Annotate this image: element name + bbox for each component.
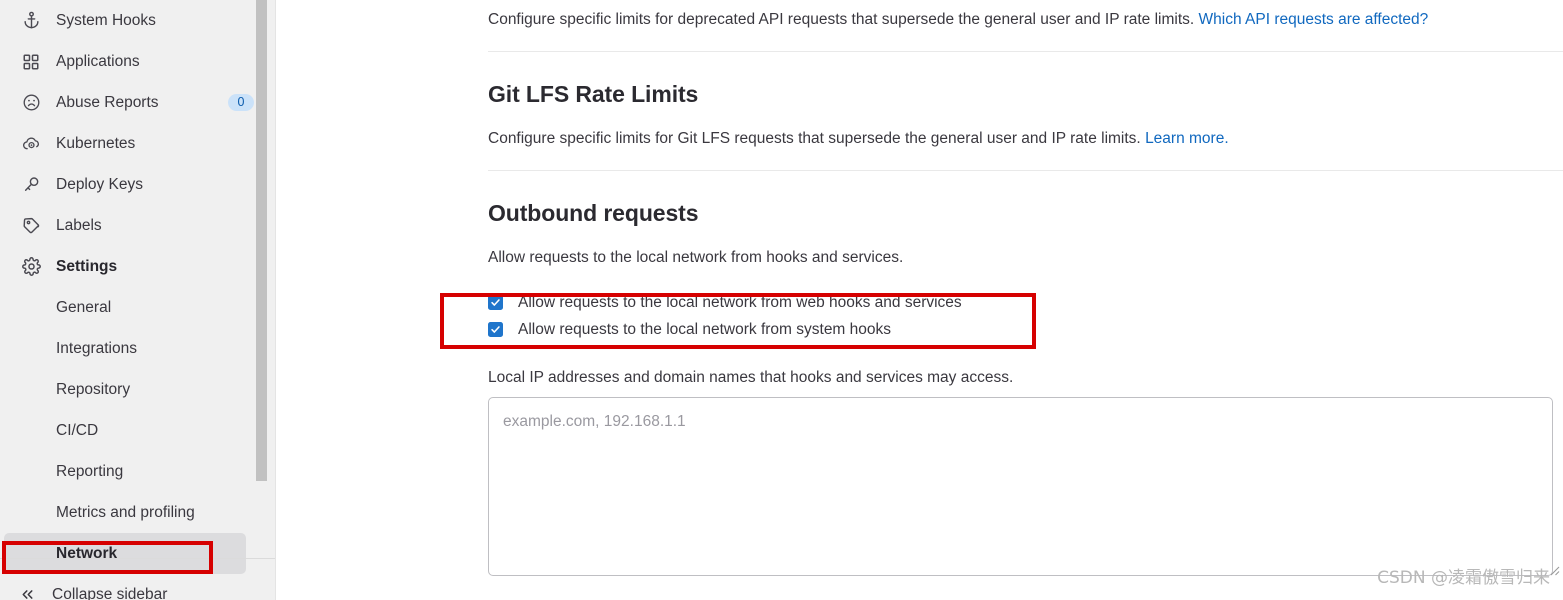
- local-ip-allowlist-wrapper: [488, 397, 1563, 581]
- allow-web-hooks-checkbox-label: Allow requests to the local network from…: [518, 294, 962, 312]
- sidebar-subitem-label: Repository: [56, 381, 130, 399]
- outbound-checkbox-group: Allow requests to the local network from…: [488, 289, 1563, 343]
- sidebar-item-label: Labels: [56, 217, 254, 235]
- collapse-sidebar-label: Collapse sidebar: [52, 586, 167, 600]
- deprecated-api-description: Configure specific limits for deprecated…: [488, 0, 1563, 31]
- sidebar-item-system-hooks[interactable]: System Hooks: [4, 0, 268, 41]
- git-lfs-rate-limits-heading: Git LFS Rate Limits: [488, 80, 1563, 109]
- which-api-requests-affected-link[interactable]: Which API requests are affected?: [1199, 11, 1429, 28]
- sidebar-subitem-label: Reporting: [56, 463, 123, 481]
- outbound-requests-heading: Outbound requests: [488, 199, 1563, 228]
- sidebar-subitem-label: Metrics and profiling: [56, 504, 195, 522]
- deprecated-api-description-text: Configure specific limits for deprecated…: [488, 11, 1194, 28]
- local-ip-allowlist-textarea[interactable]: [488, 397, 1553, 576]
- anchor-icon: [20, 10, 42, 32]
- sidebar-subitem-label: Network: [56, 545, 117, 563]
- sidebar-subitem-cicd[interactable]: CI/CD: [4, 410, 246, 451]
- sidebar-subitem-label: CI/CD: [56, 422, 98, 440]
- sidebar-item-label: System Hooks: [56, 12, 254, 30]
- checkbox-checked-icon[interactable]: [488, 322, 503, 337]
- sidebar-item-label: Abuse Reports: [56, 94, 228, 112]
- key-icon: [20, 174, 42, 196]
- sidebar-subitem-general[interactable]: General: [4, 287, 246, 328]
- collapse-sidebar-button[interactable]: Collapse sidebar: [0, 574, 276, 600]
- sidebar-subitem-metrics-and-profiling[interactable]: Metrics and profiling: [4, 492, 246, 533]
- section-divider-1: [488, 51, 1563, 52]
- sidebar-item-labels[interactable]: Labels: [4, 205, 268, 246]
- sidebar-item-label: Kubernetes: [56, 135, 254, 153]
- tag-icon: [20, 215, 42, 237]
- sidebar-subitem-reporting[interactable]: Reporting: [4, 451, 246, 492]
- sidebar-item-kubernetes[interactable]: Kubernetes: [4, 123, 268, 164]
- double-chevron-left-icon: [16, 584, 38, 600]
- csdn-watermark: CSDN @凌霜傲雪归来: [1377, 563, 1550, 588]
- git-lfs-description: Configure specific limits for Git LFS re…: [488, 127, 1563, 150]
- sidebar-item-label: Applications: [56, 53, 254, 71]
- section-divider-2: [488, 170, 1563, 171]
- allow-system-hooks-checkbox-label: Allow requests to the local network from…: [518, 321, 891, 339]
- sidebar-scroll-container: System Hooks Applications: [0, 0, 276, 600]
- abuse-reports-count-badge: 0: [228, 94, 254, 112]
- sidebar-item-deploy-keys[interactable]: Deploy Keys: [4, 164, 268, 205]
- kubernetes-cloud-icon: [20, 133, 42, 155]
- allow-system-hooks-checkbox-row[interactable]: Allow requests to the local network from…: [488, 316, 1563, 343]
- sidebar-item-applications[interactable]: Applications: [4, 41, 268, 82]
- checkbox-checked-icon[interactable]: [488, 295, 503, 310]
- grid-icon: [20, 51, 42, 73]
- sidebar-subitem-repository[interactable]: Repository: [4, 369, 246, 410]
- sidebar-item-abuse-reports[interactable]: Abuse Reports 0: [4, 82, 268, 123]
- sidebar-item-label: Settings: [56, 258, 254, 276]
- gitlab-admin-network-settings-page: System Hooks Applications: [0, 0, 1563, 600]
- git-lfs-learn-more-link[interactable]: Learn more.: [1145, 130, 1229, 147]
- sidebar-item-label: Deploy Keys: [56, 176, 254, 194]
- sidebar-scrollbar-thumb[interactable]: [256, 0, 267, 481]
- sidebar-divider: [0, 558, 276, 559]
- git-lfs-description-text: Configure specific limits for Git LFS re…: [488, 130, 1141, 147]
- admin-sidebar: System Hooks Applications: [0, 0, 276, 600]
- sidebar-subitem-label: Integrations: [56, 340, 137, 358]
- allow-web-hooks-checkbox-row[interactable]: Allow requests to the local network from…: [488, 289, 1563, 316]
- local-ip-allowlist-label: Local IP addresses and domain names that…: [488, 369, 1563, 387]
- sidebar-item-settings[interactable]: Settings: [4, 246, 268, 287]
- gear-icon: [20, 256, 42, 278]
- sidebar-subitem-network[interactable]: Network: [4, 533, 246, 574]
- settings-content: Configure specific limits for deprecated…: [276, 0, 1563, 600]
- sidebar-subitem-label: General: [56, 299, 111, 317]
- settings-inner: Configure specific limits for deprecated…: [488, 0, 1563, 581]
- frown-icon: [20, 92, 42, 114]
- outbound-requests-description: Allow requests to the local network from…: [488, 246, 1563, 269]
- sidebar-subitem-integrations[interactable]: Integrations: [4, 328, 246, 369]
